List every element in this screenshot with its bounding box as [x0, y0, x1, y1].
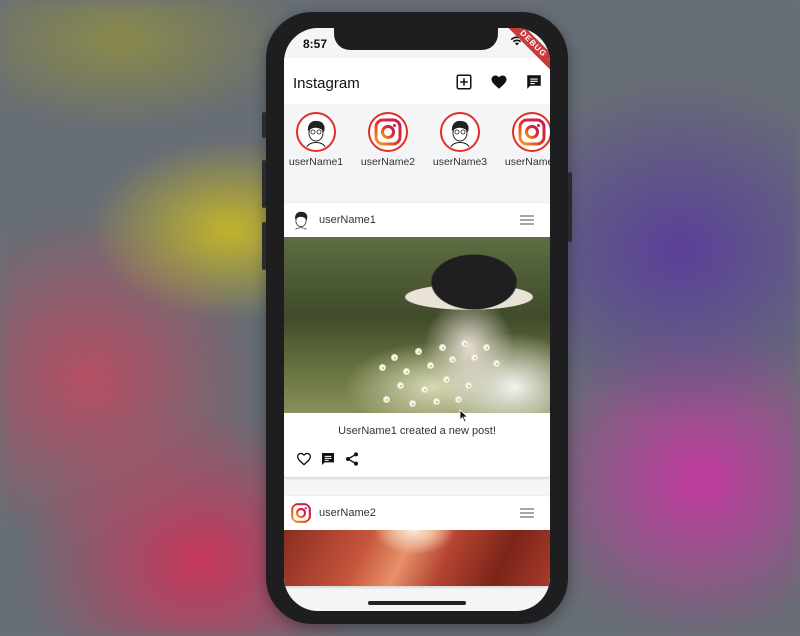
daisy-flower: [440, 345, 445, 350]
side-button-power: [568, 172, 572, 242]
story-username: userName1: [288, 156, 344, 168]
side-button-volume-up: [262, 160, 266, 208]
instagram-logo-icon: [374, 118, 402, 146]
post-avatar[interactable]: [290, 209, 312, 231]
sketch-avatar-icon: [450, 120, 470, 147]
share-icon[interactable]: [344, 451, 360, 467]
post-card: userName1 UserName1 created a new post!: [284, 203, 550, 477]
daisy-flower: [380, 365, 385, 370]
daisy-flower: [422, 387, 427, 392]
post-actions: [284, 451, 550, 477]
daisy-flower: [444, 377, 449, 382]
side-button-mute: [262, 112, 266, 138]
instagram-logo-icon: [518, 118, 546, 146]
post-avatar[interactable]: [290, 502, 312, 524]
side-button-volume-down: [262, 222, 266, 270]
story-item[interactable]: userName1: [284, 112, 352, 168]
menu-icon[interactable]: [520, 215, 534, 225]
status-time: 8:57: [303, 37, 328, 51]
daisy-flower: [434, 399, 439, 404]
mouse-cursor-icon: [459, 409, 469, 423]
app-bar: Instagram: [284, 58, 550, 104]
sketch-avatar-icon: [306, 120, 326, 147]
daisy-flower: [450, 357, 455, 362]
phone-screen: 8:57 DEBUG Instagram userName1 userName2…: [284, 28, 550, 611]
daisy-flower: [466, 383, 471, 388]
add-box-icon[interactable]: [455, 73, 473, 91]
post-card: userName2: [284, 496, 550, 586]
notch: [334, 28, 498, 50]
daisy-flower: [494, 361, 499, 366]
app-bar-actions: [455, 73, 543, 91]
daisy-flower: [456, 397, 461, 402]
story-item[interactable]: userName4: [496, 112, 550, 168]
post-username[interactable]: userName2: [319, 507, 376, 519]
daisy-flower: [462, 341, 467, 346]
heart-filled-icon[interactable]: [490, 73, 508, 91]
daisy-flower: [398, 383, 403, 388]
instagram-logo-icon: [291, 503, 311, 523]
sketch-avatar-icon: [294, 211, 308, 231]
post-header: userName2: [284, 496, 550, 530]
story-item[interactable]: userName3: [424, 112, 496, 168]
story-item[interactable]: userName2: [352, 112, 424, 168]
home-indicator: [368, 601, 466, 605]
story-username: userName3: [432, 156, 488, 168]
menu-icon[interactable]: [520, 508, 534, 518]
post-image[interactable]: [284, 530, 550, 586]
post-image[interactable]: [284, 237, 550, 413]
story-avatar-ring: [440, 112, 480, 152]
daisy-flower: [484, 345, 489, 350]
app-title: Instagram: [293, 75, 360, 92]
daisy-flower: [392, 355, 397, 360]
heart-outline-icon[interactable]: [296, 451, 312, 467]
daisy-flower: [404, 369, 409, 374]
chat-icon[interactable]: [525, 73, 543, 91]
post-header: userName1: [284, 203, 550, 237]
daisy-flower: [384, 397, 389, 402]
daisy-flower: [410, 401, 415, 406]
post-username[interactable]: userName1: [319, 214, 376, 226]
story-username: userName4: [504, 156, 550, 168]
story-avatar-ring: [368, 112, 408, 152]
story-avatar-ring: [296, 112, 336, 152]
stories-row: userName1 userName2 userName3 userNam: [284, 104, 550, 204]
comment-icon[interactable]: [320, 451, 336, 467]
story-avatar-ring: [512, 112, 550, 152]
story-username: userName2: [360, 156, 416, 168]
daisy-flower: [428, 363, 433, 368]
post-caption: UserName1 created a new post!: [338, 425, 496, 437]
daisy-flower: [472, 355, 477, 360]
daisy-flower: [416, 349, 421, 354]
